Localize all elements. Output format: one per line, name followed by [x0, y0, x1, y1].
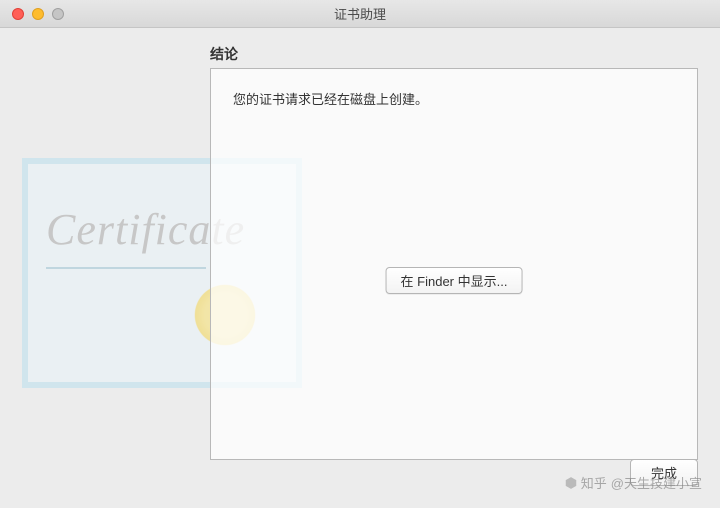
- maximize-icon: [52, 8, 64, 20]
- content-area: Certificate 结论 您的证书请求已经在磁盘上创建。 在 Finder …: [0, 28, 720, 508]
- zhihu-logo-icon: 知乎: [564, 473, 607, 492]
- done-button[interactable]: 完成: [630, 459, 698, 486]
- traffic-lights: [0, 8, 64, 20]
- panel-message: 您的证书请求已经在磁盘上创建。: [233, 89, 675, 108]
- titlebar: 证书助理: [0, 0, 720, 28]
- show-in-finder-button[interactable]: 在 Finder 中显示...: [386, 267, 523, 294]
- conclusion-panel: 您的证书请求已经在磁盘上创建。 在 Finder 中显示...: [210, 68, 698, 460]
- panel-heading: 结论: [210, 44, 238, 64]
- minimize-icon[interactable]: [32, 8, 44, 20]
- watermark-brand: 知乎: [581, 473, 607, 492]
- close-icon[interactable]: [12, 8, 24, 20]
- window-title: 证书助理: [0, 4, 720, 23]
- certificate-line: [46, 263, 206, 269]
